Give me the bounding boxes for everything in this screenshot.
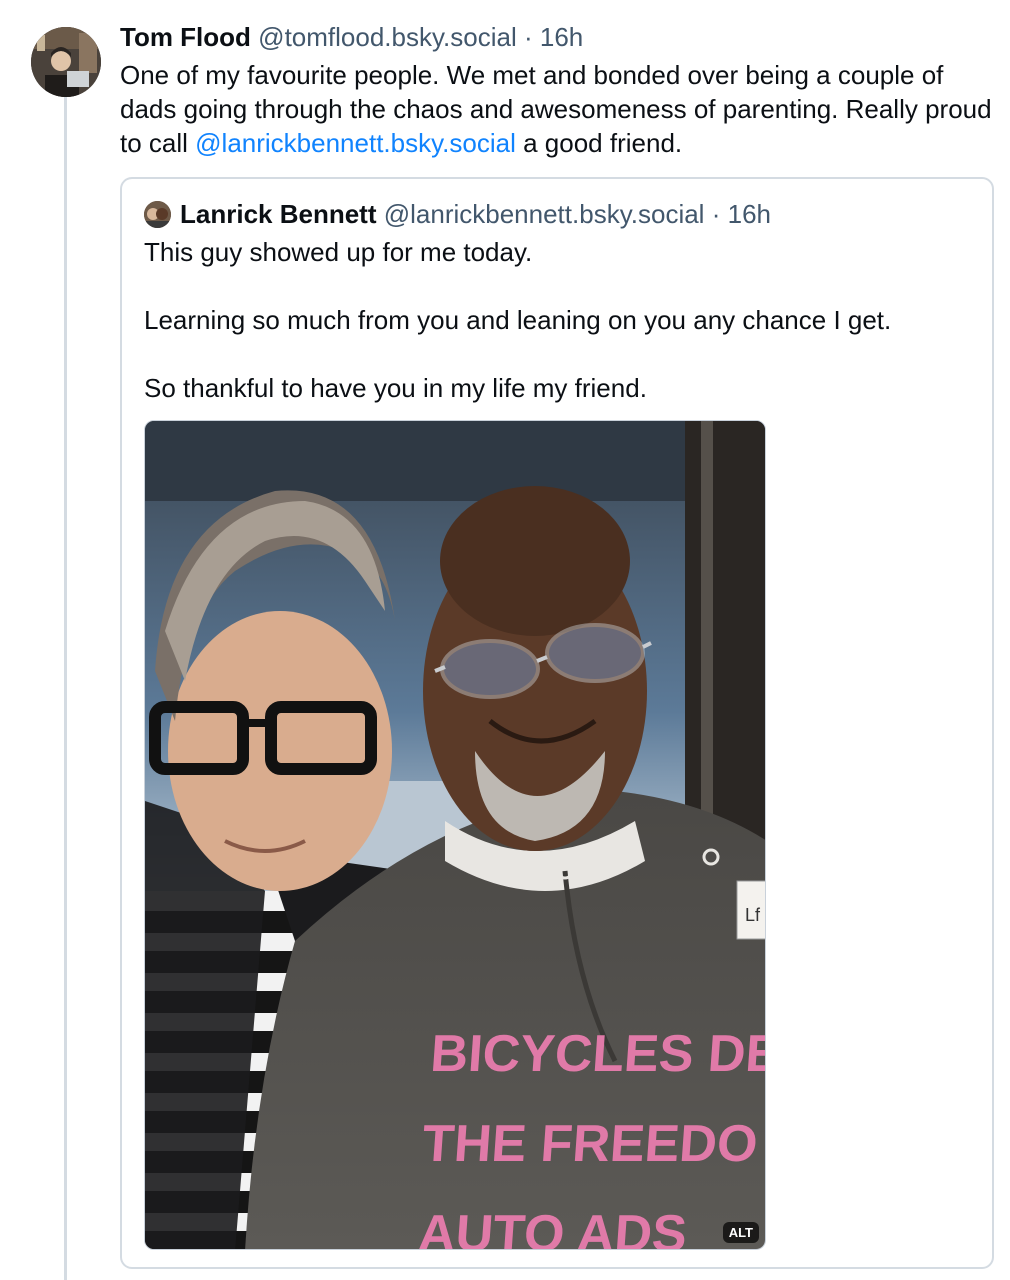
quoted-avatar-photo: [144, 201, 171, 228]
mention-link[interactable]: @lanrickbennett.bsky.social: [195, 128, 516, 158]
post-image[interactable]: Lf BICYCLES DE THE FREEDO AUTO ADS ALT: [144, 420, 766, 1250]
shirt-print-line: BICYCLES DE: [429, 1025, 766, 1083]
avatar-photo: [31, 27, 101, 97]
header-separator: ·: [523, 22, 533, 52]
author-name[interactable]: Tom Flood: [120, 22, 251, 52]
quoted-text-line: Learning so much from you and leaning on…: [144, 305, 892, 335]
alt-text-button[interactable]: ALT: [722, 1222, 759, 1243]
post-header: Tom Flood @tomflood.bsky.social · 16h: [120, 20, 583, 54]
shirt-print-line: THE FREEDO: [420, 1115, 759, 1173]
quoted-text-line: This guy showed up for me today.: [144, 237, 533, 267]
quoted-author-avatar[interactable]: [144, 201, 171, 228]
quoted-header-separator: ·: [711, 199, 721, 229]
quoted-author-handle[interactable]: @lanrickbennett.bsky.social: [384, 199, 705, 229]
quoted-post-text: This guy showed up for me today. Learnin…: [144, 235, 974, 405]
shirt-print-line: AUTO ADS: [416, 1205, 689, 1250]
post-time[interactable]: 16h: [540, 22, 583, 52]
author-handle[interactable]: @tomflood.bsky.social: [258, 22, 517, 52]
selfie-photo: Lf BICYCLES DE THE FREEDO AUTO ADS: [145, 421, 766, 1250]
author-avatar[interactable]: [31, 27, 101, 97]
quoted-text-line: [144, 269, 974, 303]
quoted-author-name[interactable]: Lanrick Bennett: [180, 199, 377, 229]
post-text: One of my favourite people. We met and b…: [120, 58, 1000, 160]
name-tag-text: Lf: [745, 905, 761, 925]
thread-line: [64, 96, 67, 1280]
quoted-post-time[interactable]: 16h: [728, 199, 771, 229]
quoted-post-header: Lanrick Bennett @lanrickbennett.bsky.soc…: [180, 197, 771, 231]
quoted-text-line: So thankful to have you in my life my fr…: [144, 373, 647, 403]
post-text-after: a good friend.: [515, 128, 683, 158]
quoted-text-line: [144, 337, 974, 371]
quoted-post-card[interactable]: Lanrick Bennett @lanrickbennett.bsky.soc…: [120, 177, 994, 1269]
